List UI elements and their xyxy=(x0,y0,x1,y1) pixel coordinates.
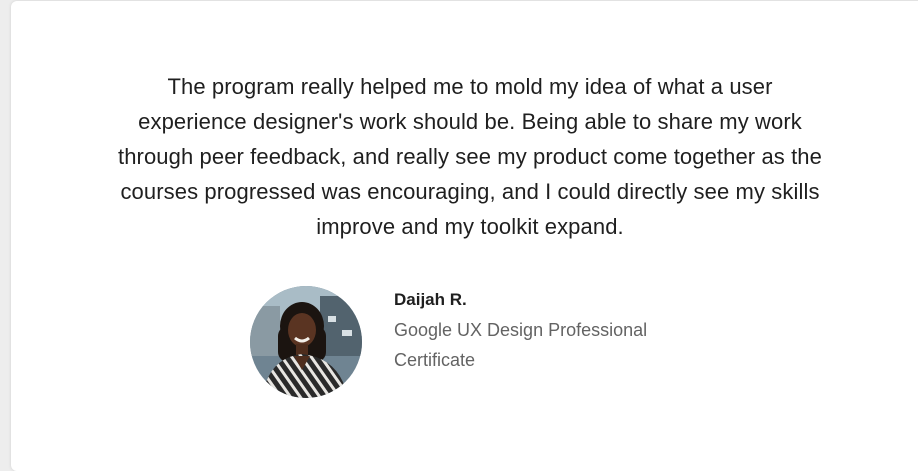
author-name: Daijah R. xyxy=(394,290,467,309)
author-avatar xyxy=(250,286,362,398)
testimonial-quote: The program really helped me to mold my … xyxy=(118,74,822,239)
author-meta: Daijah R. Google UX Design Professional … xyxy=(394,286,664,375)
testimonial-author: Daijah R. Google UX Design Professional … xyxy=(250,286,664,398)
author-role: Google UX Design Professional Certificat… xyxy=(394,320,648,370)
testimonial-card: The program really helped me to mold my … xyxy=(11,1,918,471)
